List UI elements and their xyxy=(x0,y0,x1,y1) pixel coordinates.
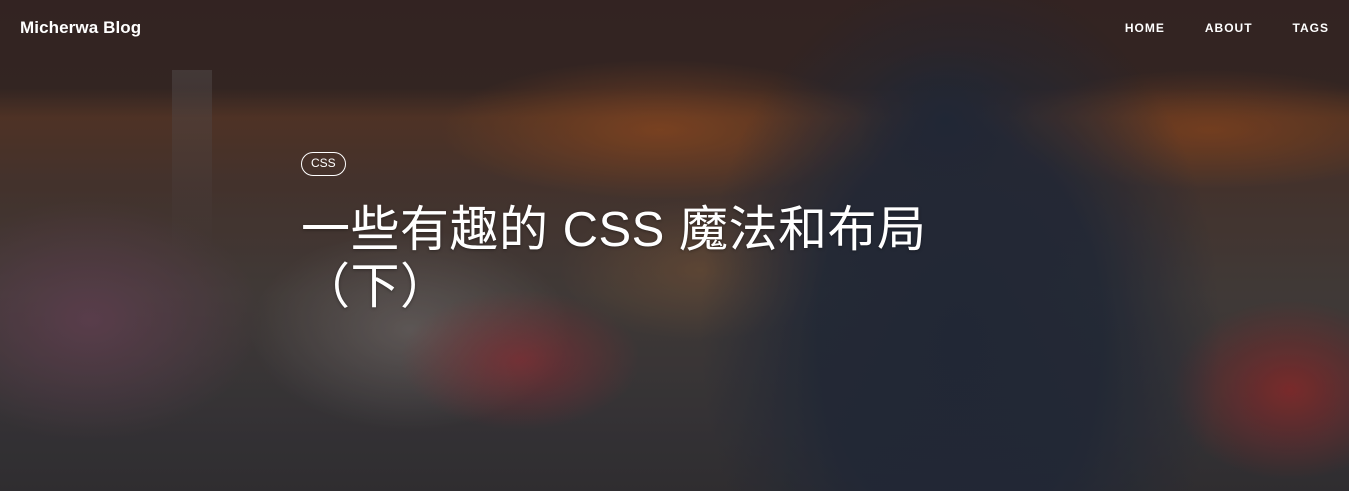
top-navbar: Micherwa Blog HOME ABOUT TAGS xyxy=(0,0,1349,58)
hero-header: Micherwa Blog HOME ABOUT TAGS CSS 一些有趣的 … xyxy=(0,0,1349,491)
post-title: 一些有趣的 CSS 魔法和布局（下） xyxy=(301,203,927,314)
post-tag-badge[interactable]: CSS xyxy=(301,152,346,176)
post-heading: CSS 一些有趣的 CSS 魔法和布局（下） xyxy=(301,152,1021,316)
nav-links: HOME ABOUT TAGS xyxy=(1125,21,1329,35)
nav-home-link[interactable]: HOME xyxy=(1125,21,1165,35)
nav-about-link[interactable]: ABOUT xyxy=(1205,21,1253,35)
brand-link[interactable]: Micherwa Blog xyxy=(20,18,141,38)
background-pillar xyxy=(172,70,212,250)
nav-tags-link[interactable]: TAGS xyxy=(1293,21,1329,35)
